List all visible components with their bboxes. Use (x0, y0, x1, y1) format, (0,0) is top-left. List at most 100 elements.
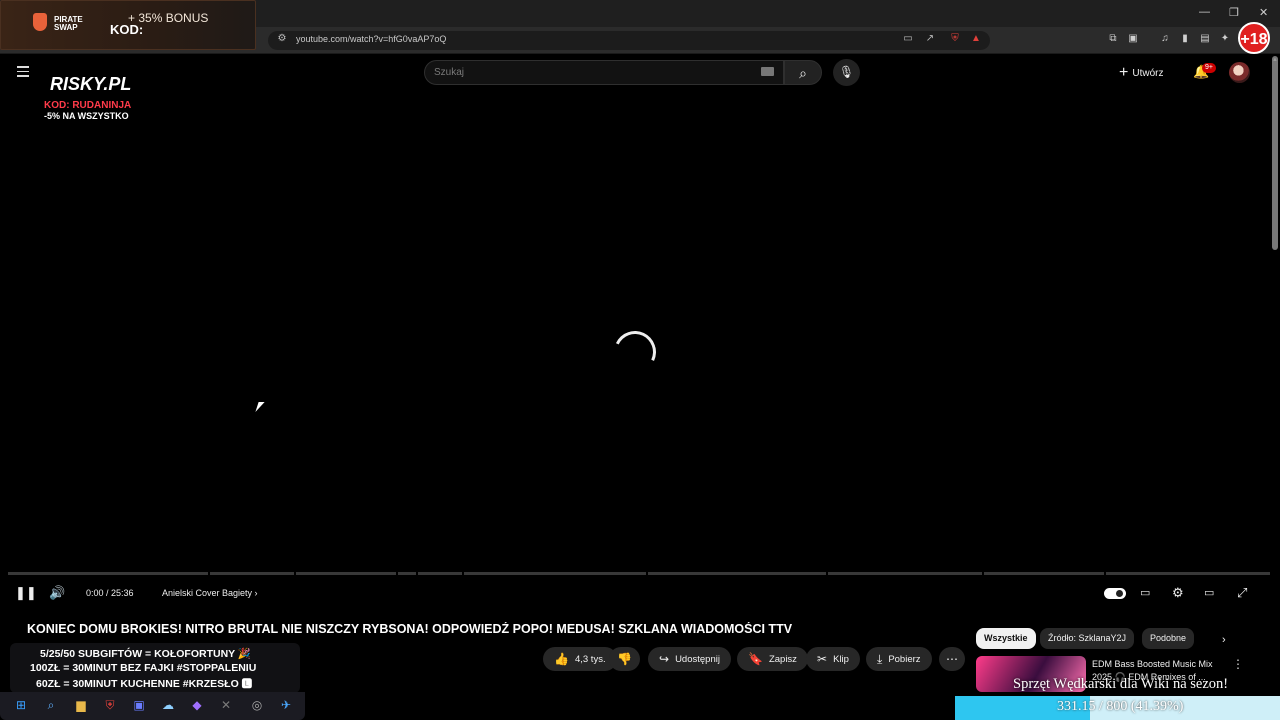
chapter-segment[interactable] (418, 572, 462, 575)
brave-icon[interactable]: ⛨ (102, 697, 118, 713)
brave-shield-icon[interactable]: ⛨ (949, 33, 961, 45)
minimize-button[interactable]: — (1199, 6, 1210, 18)
search-icon: ⌕ (799, 65, 807, 81)
more-vert-icon[interactable]: ⋮ (1232, 657, 1244, 671)
volume-icon[interactable]: 🔊 (49, 586, 65, 600)
save-label: Zapisz (768, 653, 797, 665)
mic-button[interactable]: 🎙 (833, 59, 860, 86)
time-display: 0:00 / 25:36 (86, 588, 134, 598)
subtitles-icon[interactable]: ▭ (1140, 586, 1150, 600)
maximize-button[interactable]: ❐ (1229, 6, 1239, 19)
search-input[interactable] (424, 60, 784, 85)
chapter-segment[interactable] (210, 572, 294, 575)
screenshot-icon[interactable]: ▣ (1127, 33, 1139, 45)
clip-label: Klip (833, 653, 849, 665)
create-button[interactable]: + Utwórz (1119, 64, 1163, 82)
app-icon[interactable]: ▣ (131, 697, 147, 713)
dislike-icon: 👎 (617, 652, 632, 666)
dislike-button[interactable]: 👎 (609, 647, 640, 671)
goal-current: 331.15 (1057, 699, 1096, 714)
pause-icon[interactable]: ❚❚ (15, 586, 37, 600)
chip-all[interactable]: Wszystkie (976, 628, 1036, 649)
cast-icon[interactable]: ▭ (902, 33, 914, 45)
like-count: 4,3 tys. (574, 653, 606, 665)
donation-goal-title: Sprzęt Wędkarski dla Wiki na sezon! (1013, 676, 1229, 692)
notifications-badge: 9+ (1202, 63, 1216, 73)
chapter-segment[interactable] (296, 572, 396, 575)
page-scrollbar[interactable] (1272, 56, 1278, 250)
mic-icon: 🎙 (838, 65, 855, 79)
app-icon[interactable]: ◎ (249, 697, 265, 713)
chapter-segment[interactable] (1106, 572, 1270, 575)
theater-mode-icon[interactable]: ▭ (1204, 586, 1214, 600)
search-taskbar-icon[interactable]: ⌕ (43, 697, 59, 713)
chapter-title[interactable]: Anielski Cover Bagiety › (162, 588, 258, 598)
avatar[interactable] (1229, 62, 1250, 83)
chapter-segment[interactable] (8, 572, 208, 575)
ai-icon[interactable]: ✦ (1219, 33, 1231, 45)
more-actions-button[interactable]: ⋯ (939, 647, 965, 671)
autoplay-toggle[interactable] (1104, 588, 1126, 599)
folder-icon[interactable]: ▆ (73, 697, 89, 713)
chapter-segment[interactable] (984, 572, 1104, 575)
pirate-kod: KOD: (110, 22, 144, 37)
goal-line: 100ZŁ = 30MINUT BEZ FAJKI #STOPPALENIU (30, 662, 257, 674)
settings-icon[interactable]: ⚙ (1172, 586, 1184, 600)
donation-goal-text: 331.15 / 800 (41.39%) (1057, 699, 1184, 714)
clip-button[interactable]: ✂ Klip (806, 647, 860, 671)
site-info-icon[interactable]: ⚙ (276, 33, 288, 45)
windows-start-icon[interactable]: ⊞ (13, 697, 29, 713)
more-icon: ⋯ (946, 652, 958, 666)
close-window-button[interactable]: ✕ (1259, 6, 1268, 19)
search-button[interactable]: ⌕ (784, 60, 822, 85)
app-icon[interactable]: ☁ (160, 697, 176, 713)
download-button[interactable]: ⤓ Pobierz (866, 647, 932, 671)
create-label: Utwórz (1132, 67, 1164, 79)
pirate-name: PIRATE SWAP (54, 15, 83, 32)
loading-spinner (608, 325, 662, 379)
risky-logo: RISKY.PL (50, 74, 132, 94)
extensions-icon[interactable]: ⧉ (1107, 33, 1119, 45)
plus-icon: + (1119, 64, 1129, 81)
share-icon: ↪ (659, 652, 670, 666)
chip-source[interactable]: Źródło: SzklanaY2J (1040, 628, 1135, 649)
chip-related[interactable]: Podobne (1142, 628, 1195, 649)
goal-line: 5/25/50 SUBGIFTÓW = KOŁOFORTUNY 🎉 (40, 648, 251, 660)
music-icon[interactable]: ♫ (1159, 33, 1171, 45)
chapter-segment[interactable] (828, 572, 982, 575)
chapter-segment[interactable] (648, 572, 826, 575)
scroll-up-icon[interactable]: ▲ (1272, 57, 1278, 63)
wallet-icon[interactable]: ▤ (1199, 33, 1211, 45)
save-icon: 🔖 (748, 652, 763, 666)
hamburger-icon[interactable] (17, 66, 29, 78)
goal-target: 800 (1106, 699, 1128, 714)
app-icon[interactable]: ✕ (218, 697, 234, 713)
sidebar-icon[interactable]: ▮ (1179, 33, 1191, 45)
goal-line: 60ZŁ = 30MINUT KUCHENNE #KRZESŁO 🅻 (36, 678, 253, 690)
pirate-logo-icon (33, 13, 47, 31)
like-button[interactable]: 👍 4,3 tys. (543, 647, 617, 671)
like-icon: 👍 (554, 652, 569, 666)
chapter-segment[interactable] (464, 572, 646, 575)
search-placeholder: Szukaj (434, 67, 465, 78)
risky-promo: -5% NA WSZYSTKO (44, 111, 129, 121)
keyboard-icon[interactable] (761, 67, 774, 76)
risky-code: KOD: RUDANINJA (44, 100, 132, 111)
share-page-icon[interactable]: ↗ (924, 33, 936, 45)
mouse-cursor (255, 402, 265, 412)
chapter-label: Anielski Cover Bagiety (162, 588, 253, 598)
share-button[interactable]: ↪ Udostępnij (648, 647, 731, 671)
chapter-segment[interactable] (398, 572, 416, 575)
app-icon[interactable]: ✈ (278, 697, 294, 713)
download-icon: ⤓ (877, 651, 883, 666)
chevron-right-icon[interactable]: › (1222, 634, 1226, 646)
fullscreen-icon[interactable]: ⤢ (1237, 586, 1247, 600)
share-label: Udostępnij (675, 653, 720, 665)
progress-bar[interactable] (8, 572, 1270, 575)
save-button[interactable]: 🔖 Zapisz (737, 647, 808, 671)
video-title: KONIEC DOMU BROKIES! NITRO BRUTAL NIE NI… (27, 622, 793, 636)
url-text[interactable]: youtube.com/watch?v=hfG0vaAP7oQ (296, 34, 446, 44)
app-icon[interactable]: ◆ (189, 697, 205, 713)
goal-percent: (41.39%) (1130, 699, 1184, 714)
rewards-icon[interactable]: ▲ (970, 33, 982, 45)
